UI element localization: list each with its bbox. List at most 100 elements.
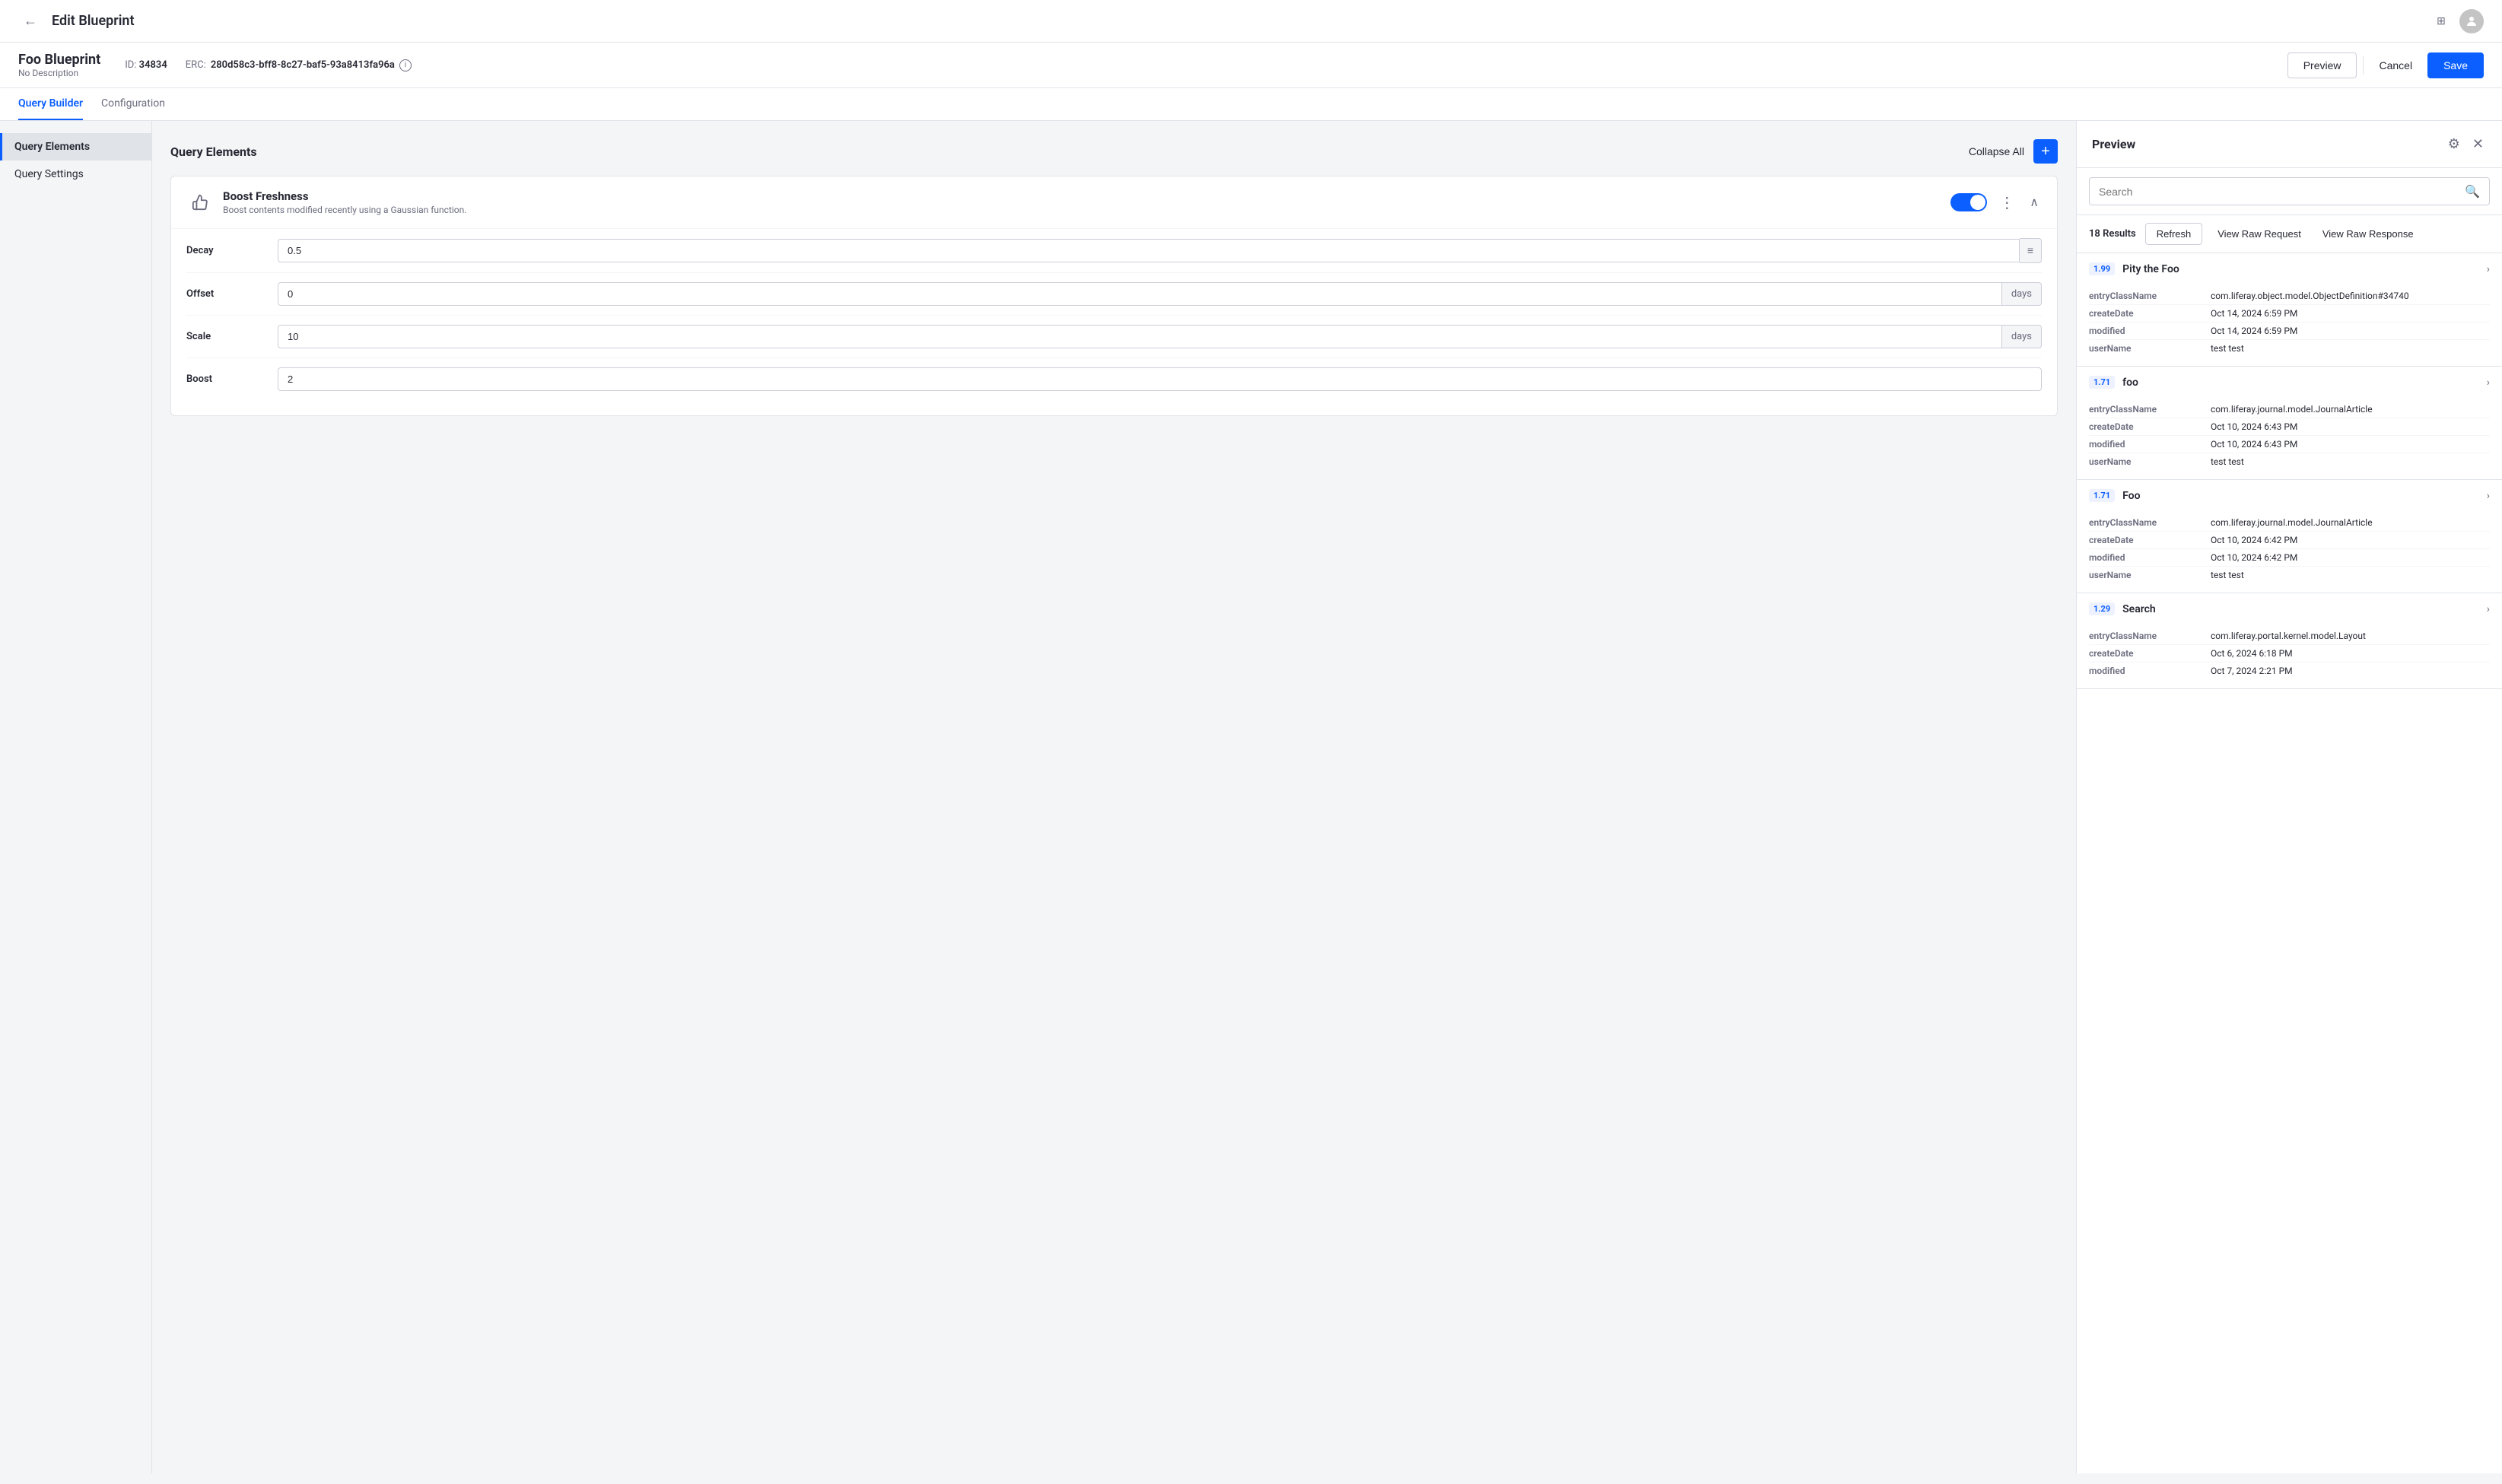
view-raw-response-button[interactable]: View Raw Response: [2316, 225, 2420, 243]
field-label: Boost: [186, 373, 278, 385]
field-input[interactable]: [278, 282, 2002, 306]
section-header: Query Elements Collapse All +: [170, 139, 2058, 164]
blueprint-name: Foo Blueprint: [18, 52, 100, 68]
blueprint-erc: ERC: 280d58c3-bff8-8c27-baf5-93a8413fa96…: [186, 59, 412, 71]
field-label: Decay: [186, 245, 278, 256]
result-header[interactable]: 1.99Pity the Foo›: [2077, 253, 2502, 284]
field-suffix: days: [2002, 325, 2042, 348]
content-area: Query Elements Collapse All + Boost Fres…: [152, 121, 2076, 1473]
field-input-wrap: days: [278, 325, 2042, 348]
result-field: modifiedOct 14, 2024 6:59 PM: [2089, 323, 2490, 340]
add-query-element-button[interactable]: +: [2033, 139, 2058, 164]
erc-info-icon[interactable]: i: [399, 59, 412, 71]
boost-header: Boost Freshness Boost contents modified …: [171, 176, 2057, 228]
result-header[interactable]: 1.29Search›: [2077, 593, 2502, 624]
search-input[interactable]: [2099, 186, 2465, 198]
field-input-wrap: ≡: [278, 238, 2042, 263]
avatar[interactable]: [2459, 9, 2484, 33]
result-field-key: userName: [2089, 570, 2211, 580]
preview-header-actions: ⚙ ✕: [2445, 133, 2487, 155]
section-actions: Collapse All +: [1969, 139, 2058, 164]
result-header[interactable]: 1.71foo›: [2077, 367, 2502, 398]
preview-header: Preview ⚙ ✕: [2077, 121, 2502, 168]
preview-panel: Preview ⚙ ✕ 🔍 18 Results Refresh View Ra…: [2076, 121, 2502, 1473]
sidebar-item-query-settings[interactable]: Query Settings: [0, 160, 151, 188]
result-expand-icon: ›: [2487, 377, 2490, 389]
result-field-key: modified: [2089, 552, 2211, 563]
result-fields: entryClassNamecom.liferay.journal.model.…: [2077, 398, 2502, 479]
results-bar: 18 Results Refresh View Raw Request View…: [2077, 215, 2502, 253]
sidebar-item-query-elements[interactable]: Query Elements: [0, 133, 151, 160]
result-score: 1.99: [2089, 262, 2115, 275]
boost-title: Boost Freshness: [223, 189, 1941, 203]
result-field-value: Oct 6, 2024 6:18 PM: [2211, 648, 2490, 659]
field-input[interactable]: [278, 367, 2042, 391]
boost-info: Boost Freshness Boost contents modified …: [223, 189, 1941, 215]
result-field: createDateOct 10, 2024 6:43 PM: [2089, 418, 2490, 436]
tab-query-builder[interactable]: Query Builder: [18, 88, 83, 120]
more-options-button[interactable]: ⋮: [1996, 190, 2017, 215]
result-field-key: entryClassName: [2089, 291, 2211, 301]
sub-header: Foo Blueprint No Description ID: 34834 E…: [0, 43, 2502, 88]
header-right: ⊞: [2429, 9, 2484, 33]
search-bar: 🔍: [2077, 168, 2502, 215]
tabs: Query Builder Configuration: [0, 88, 2502, 121]
result-field-key: createDate: [2089, 421, 2211, 432]
blueprint-meta: ID: 34834 ERC: 280d58c3-bff8-8c27-baf5-9…: [125, 59, 412, 71]
tab-configuration[interactable]: Configuration: [101, 88, 165, 120]
collapse-all-button[interactable]: Collapse All: [1969, 145, 2024, 157]
result-field-value: Oct 14, 2024 6:59 PM: [2211, 326, 2490, 336]
result-fields: entryClassNamecom.liferay.journal.model.…: [2077, 511, 2502, 593]
result-item: 1.99Pity the Foo›entryClassNamecom.lifer…: [2077, 253, 2502, 367]
field-label: Scale: [186, 331, 278, 342]
result-field-value: Oct 14, 2024 6:59 PM: [2211, 308, 2490, 319]
result-header[interactable]: 1.71Foo›: [2077, 480, 2502, 511]
field-input[interactable]: [278, 325, 2002, 348]
result-name: foo: [2122, 377, 2138, 389]
result-field-value: com.liferay.object.model.ObjectDefinitio…: [2211, 291, 2490, 301]
boost-field-row: Scale days: [186, 316, 2042, 358]
grid-icon[interactable]: ⊞: [2429, 9, 2453, 33]
result-field-key: modified: [2089, 439, 2211, 450]
boost-controls: ⋮ ∧: [1950, 190, 2042, 215]
field-input[interactable]: [278, 239, 2020, 262]
preview-title: Preview: [2092, 137, 2135, 151]
result-field: entryClassNamecom.liferay.journal.model.…: [2089, 514, 2490, 532]
result-name: Search: [2122, 603, 2156, 615]
result-field-key: createDate: [2089, 308, 2211, 319]
settings-icon[interactable]: ⚙: [2445, 133, 2463, 155]
header: ← Edit Blueprint ⊞: [0, 0, 2502, 43]
boost-toggle[interactable]: [1950, 193, 1987, 211]
cancel-button[interactable]: Cancel: [2370, 53, 2421, 78]
result-field: modifiedOct 10, 2024 6:43 PM: [2089, 436, 2490, 453]
preview-button[interactable]: Preview: [2287, 52, 2357, 78]
result-field-value: Oct 10, 2024 6:43 PM: [2211, 439, 2490, 450]
result-field-value: Oct 10, 2024 6:42 PM: [2211, 552, 2490, 563]
field-label: Offset: [186, 288, 278, 300]
result-expand-icon: ›: [2487, 603, 2490, 615]
result-field: userNametest test: [2089, 340, 2490, 357]
result-field: entryClassNamecom.liferay.object.model.O…: [2089, 288, 2490, 305]
result-field-key: entryClassName: [2089, 404, 2211, 415]
result-fields: entryClassNamecom.liferay.portal.kernel.…: [2077, 624, 2502, 688]
save-button[interactable]: Save: [2427, 52, 2484, 78]
close-icon[interactable]: ✕: [2469, 133, 2487, 155]
result-field-key: userName: [2089, 456, 2211, 467]
back-button[interactable]: ←: [18, 9, 43, 33]
result-field-key: userName: [2089, 343, 2211, 354]
result-item: 1.71Foo› entryClassNamecom.liferay.journa…: [2077, 480, 2502, 593]
refresh-button[interactable]: Refresh: [2145, 223, 2203, 245]
result-name: Foo: [2122, 490, 2140, 502]
result-item: 1.29Search›entryClassNamecom.liferay.por…: [2077, 593, 2502, 689]
field-icon-button[interactable]: ≡: [2020, 238, 2042, 263]
sidebar: Query Elements Query Settings: [0, 121, 152, 1473]
blueprint-id: ID: 34834: [125, 59, 167, 71]
result-field-value: test test: [2211, 570, 2490, 580]
view-raw-request-button[interactable]: View Raw Request: [2211, 225, 2307, 243]
collapse-button[interactable]: ∧: [2027, 192, 2042, 213]
result-field-value: Oct 10, 2024 6:43 PM: [2211, 421, 2490, 432]
result-name: Pity the Foo: [2122, 263, 2179, 275]
result-field: createDateOct 6, 2024 6:18 PM: [2089, 645, 2490, 663]
result-field-key: createDate: [2089, 648, 2211, 659]
result-field-value: com.liferay.journal.model.JournalArticle: [2211, 517, 2490, 528]
